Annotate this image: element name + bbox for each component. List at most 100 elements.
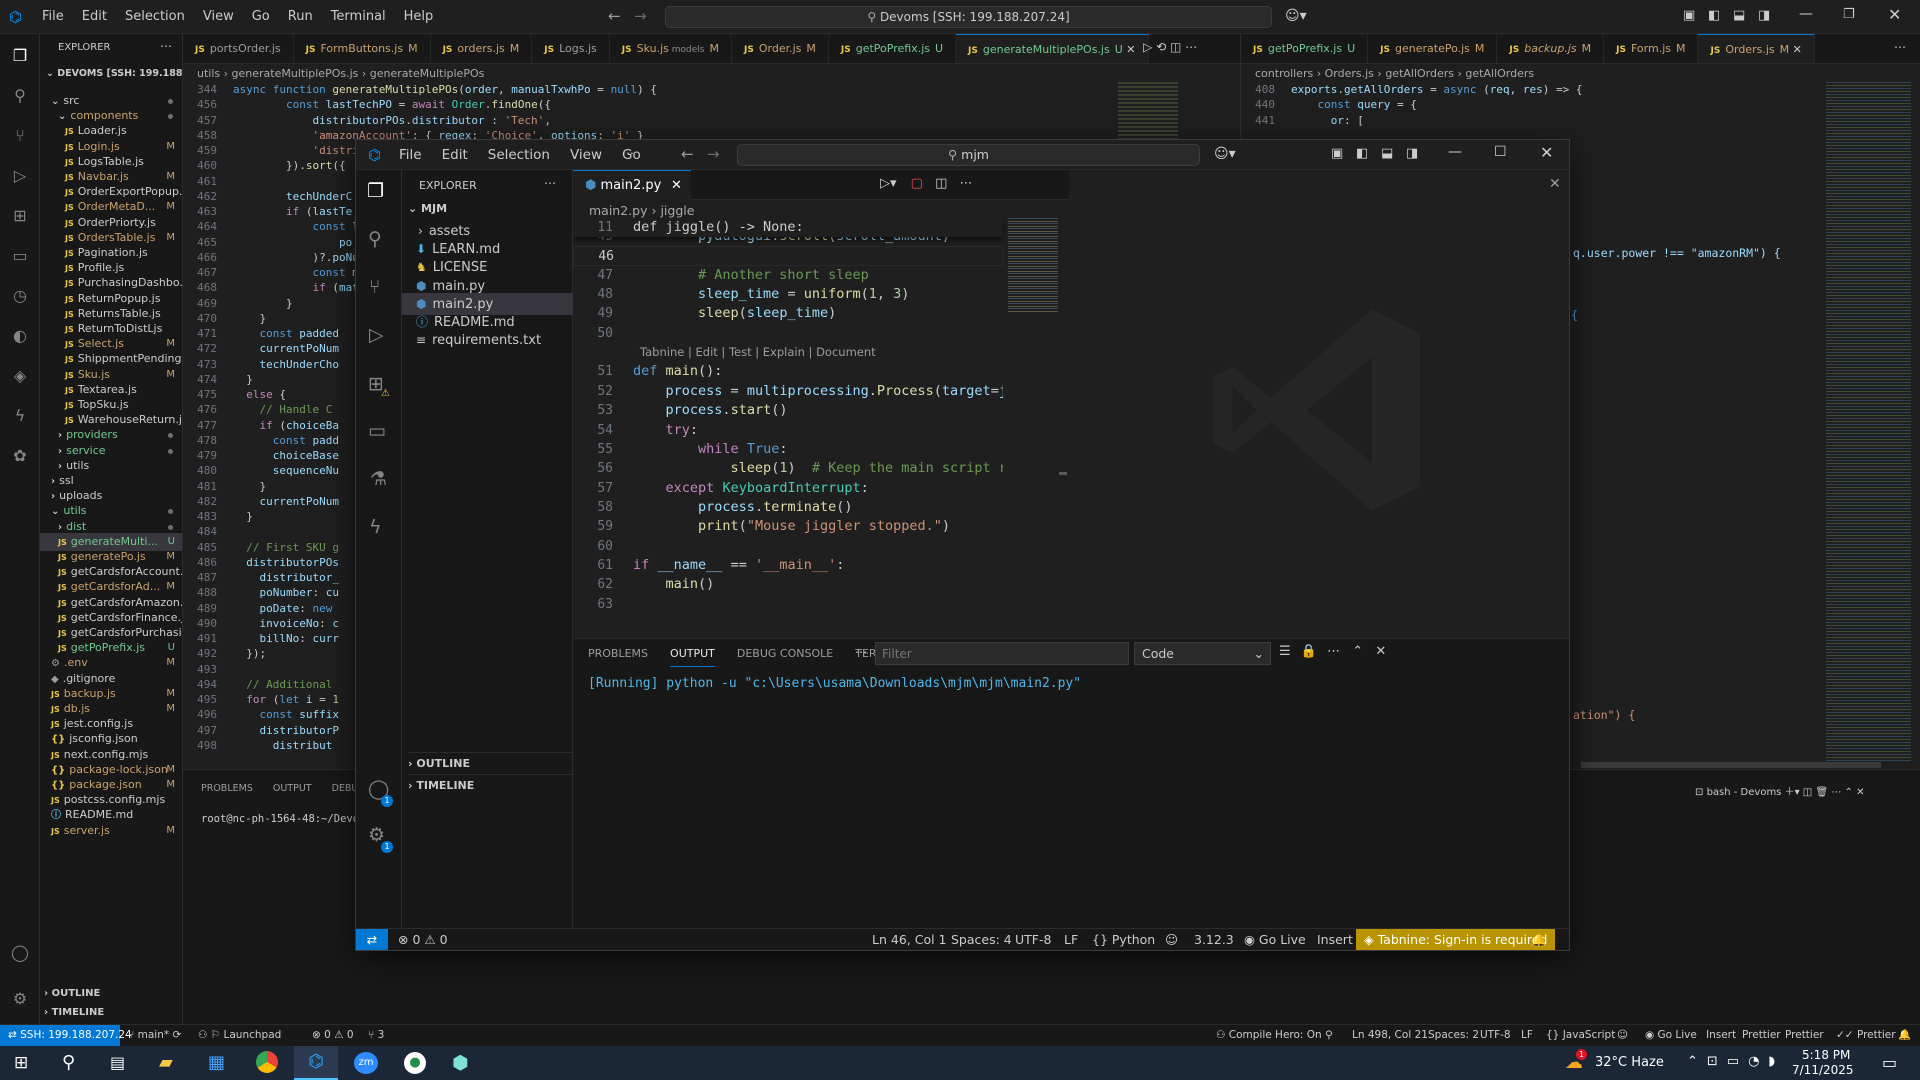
clear-output-icon[interactable]: ☰	[1279, 644, 1291, 659]
forward-arrow-icon[interactable]: →	[707, 145, 720, 163]
sticky-scroll-line[interactable]: 11 def jiggle() -> None:	[573, 218, 1003, 237]
panel-tab-output[interactable]: OUTPUT	[670, 647, 715, 667]
copilot-status-icon[interactable]: ☺	[1617, 1025, 1628, 1046]
explorer-root[interactable]: ⌄ DEVOMS [SSH: 199.188.207.24]	[46, 68, 182, 79]
stop-icon[interactable]: ▢	[911, 176, 923, 191]
clock-date[interactable]: 7/11/2025	[1792, 1063, 1854, 1077]
encoding[interactable]: UTF-8	[1480, 1025, 1511, 1046]
compile-hero[interactable]: ⚇ Compile Hero: On	[1216, 1025, 1322, 1046]
tab-main2-py[interactable]: ⬢ main2.py ✕	[573, 170, 691, 200]
tabnine-icon[interactable]: ◈	[9, 365, 31, 387]
breadcrumb-item[interactable]: controllers	[1255, 67, 1313, 80]
launchpad-indicator[interactable]: ⚇ ⚐ Launchpad	[198, 1025, 281, 1046]
editor-tab[interactable]: JS Order.js M	[732, 34, 829, 63]
app-icon[interactable]: ●	[404, 1052, 426, 1074]
menu-item-edit[interactable]: Edit	[82, 9, 107, 24]
output-channel-select[interactable]: Code ⌄	[1134, 642, 1271, 665]
menu-item-selection[interactable]: Selection	[488, 147, 550, 163]
more-menu-icon[interactable]: ⋯	[622, 146, 634, 160]
extensions-icon[interactable]: ⊞	[9, 205, 31, 227]
indentation[interactable]: Spaces: 4	[951, 929, 1012, 950]
go-live[interactable]: ◉ Go Live	[1244, 929, 1306, 950]
scrollbar[interactable]	[1059, 472, 1067, 475]
gitlens-icon[interactable]: ◐	[9, 325, 31, 347]
back-arrow-icon[interactable]: ←	[608, 7, 621, 25]
close-tab-icon[interactable]: ✕	[1789, 43, 1802, 56]
more-icon[interactable]: ⋯	[1894, 40, 1906, 54]
toggle-sidebar-icon[interactable]: ◧	[1356, 146, 1368, 161]
testing-icon[interactable]: ⚗	[370, 468, 387, 490]
editor-tab[interactable]: JS generatePo.js M	[1368, 34, 1498, 63]
chrome-icon[interactable]	[256, 1051, 278, 1073]
zoom-icon[interactable]: ⚲	[1325, 1025, 1333, 1046]
notification-center-icon[interactable]: ▭	[1882, 1053, 1897, 1072]
close-panel-icon[interactable]: ✕	[1375, 644, 1386, 659]
toggle-secondary-sidebar-icon[interactable]: ◨	[1758, 8, 1770, 23]
explorer-root[interactable]: ⌄ MJM	[408, 202, 447, 215]
file-explorer-icon[interactable]: ▰	[159, 1052, 173, 1073]
menu-item-view[interactable]: View	[203, 9, 234, 24]
outline-section[interactable]: › OUTLINE	[44, 988, 100, 999]
editor-tab[interactable]: JS generateMultiplePOs.js U ✕	[956, 34, 1149, 63]
panel-tab-problems[interactable]: PROBLEMS	[588, 647, 648, 667]
right-code-area[interactable]: 408 exports.getAllOrders = async (req, re…	[1241, 82, 1821, 142]
breadcrumb-item[interactable]: utils	[197, 67, 220, 80]
cursor-position[interactable]: Ln 46, Col 1	[872, 929, 947, 950]
editor-tab[interactable]: JS orders.js M	[431, 34, 533, 63]
thunder-client-icon[interactable]: ϟ	[9, 405, 31, 427]
remote-explorer-icon[interactable]: ▭	[368, 420, 386, 442]
panel-tab[interactable]: PROBLEMS	[201, 783, 253, 794]
search-icon[interactable]: ⚲	[62, 1052, 75, 1073]
editor-tab[interactable]: JS Orders.js M ✕	[1698, 34, 1815, 63]
maximize-panel-icon[interactable]: ⌃	[1352, 644, 1363, 659]
command-center-search[interactable]: ⚲ mjm	[737, 144, 1200, 166]
timeline-section[interactable]: › TIMELINE	[44, 1007, 104, 1018]
editor-tab[interactable]: JS Logs.js	[532, 34, 610, 63]
restore-button[interactable]: ❐	[1843, 7, 1855, 22]
timeline-icon[interactable]: ◷	[9, 285, 31, 307]
insert-mode[interactable]: Insert	[1317, 929, 1353, 950]
breadcrumb-item[interactable]: jiggle	[660, 203, 694, 218]
run-debug-icon[interactable]: ▷	[369, 324, 384, 346]
terminal-prompt[interactable]: root@nc-ph-1564-48:~/Devom	[201, 813, 365, 825]
close-button[interactable]: ✕	[1888, 5, 1901, 24]
ports-indicator[interactable]: ⑂ 3	[368, 1025, 384, 1046]
problems-indicator[interactable]: ⊗ 0 ⚠ 0	[398, 929, 448, 950]
lock-icon[interactable]: 🔒	[1301, 644, 1317, 659]
remote-indicator[interactable]: ⇄	[356, 929, 388, 950]
branch-indicator[interactable]: ⑂ main* ⟳	[128, 1025, 181, 1046]
command-center-search[interactable]: ⚲ Devoms [SSH: 199.188.207.24]	[665, 6, 1272, 28]
store-icon[interactable]: ▦	[208, 1052, 225, 1073]
remote-indicator[interactable]: ⇄ SSH: 199.188.207.24	[0, 1025, 132, 1046]
cursor-position[interactable]: Ln 498, Col 21	[1352, 1025, 1428, 1046]
panel-tab[interactable]: OUTPUT	[273, 783, 312, 794]
run-debug-icon[interactable]: ▷	[9, 165, 31, 187]
insert-mode[interactable]: Insert	[1706, 1025, 1736, 1046]
notifications-icon[interactable]: 🔔	[1898, 1025, 1911, 1046]
close-panel-icon[interactable]: ✕	[1856, 787, 1864, 798]
compare-icon[interactable]: ⟲	[1156, 40, 1166, 54]
menu-item-help[interactable]: Help	[404, 9, 434, 24]
front-code-area[interactable]: 45 pyautogui.scroll(scroll_amount)4647 #…	[573, 227, 1003, 637]
editor-tab[interactable]: JS getPoPrefix.js U	[829, 34, 957, 63]
zoom-app-icon[interactable]: zm	[354, 1052, 378, 1074]
more-icon[interactable]: ⋯	[1185, 40, 1197, 54]
minimize-button[interactable]: —	[1448, 144, 1462, 160]
remote-explorer-icon[interactable]: ▭	[9, 245, 31, 267]
split-editor-icon[interactable]: ◫	[1170, 40, 1181, 54]
app-icon[interactable]: ⬢	[452, 1052, 469, 1074]
editor-tab[interactable]: JS FormButtons.js M	[294, 34, 431, 63]
outline-section[interactable]: › OUTLINE	[408, 752, 573, 770]
close-button[interactable]: ✕	[1540, 143, 1553, 162]
more-panels-icon[interactable]: ⋯	[855, 645, 867, 659]
minimize-button[interactable]: —	[1799, 6, 1813, 22]
language-mode[interactable]: {} JavaScript	[1546, 1025, 1615, 1046]
python-version[interactable]: 3.12.3	[1194, 929, 1234, 950]
eol[interactable]: LF	[1064, 929, 1078, 950]
thunder-client-icon[interactable]: ϟ	[369, 516, 382, 538]
python-icon[interactable]: ✿	[9, 445, 31, 467]
menu-item-selection[interactable]: Selection	[125, 9, 185, 24]
trash-icon[interactable]: 🗑	[1815, 787, 1831, 798]
search-icon[interactable]: ⚲	[368, 228, 382, 250]
prettier-status[interactable]: Prettier	[1742, 1025, 1781, 1046]
